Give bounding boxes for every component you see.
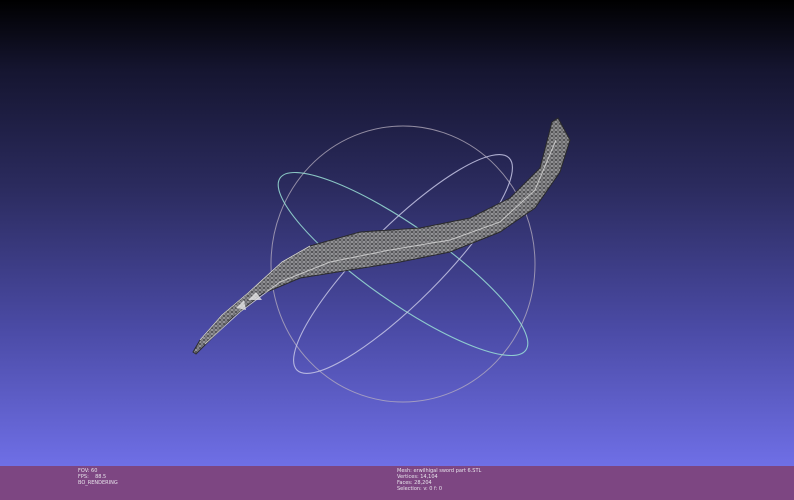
render-mode-readout: BO_RENDERING <box>78 480 118 486</box>
selection-info: Selection: v: 0 f: 0 <box>397 486 443 492</box>
render-info-panel: FOV: 60 FPS: 88.5 BO_RENDERING <box>78 468 118 486</box>
sword-mesh[interactable] <box>192 117 571 355</box>
mesh-info-panel: Mesh: erwilhigal sword part 6.STL Vertic… <box>397 468 481 492</box>
scene-canvas[interactable] <box>0 0 794 466</box>
3d-viewport[interactable] <box>0 0 794 466</box>
status-bar: FOV: 60 FPS: 88.5 BO_RENDERING Mesh: erw… <box>0 466 794 500</box>
